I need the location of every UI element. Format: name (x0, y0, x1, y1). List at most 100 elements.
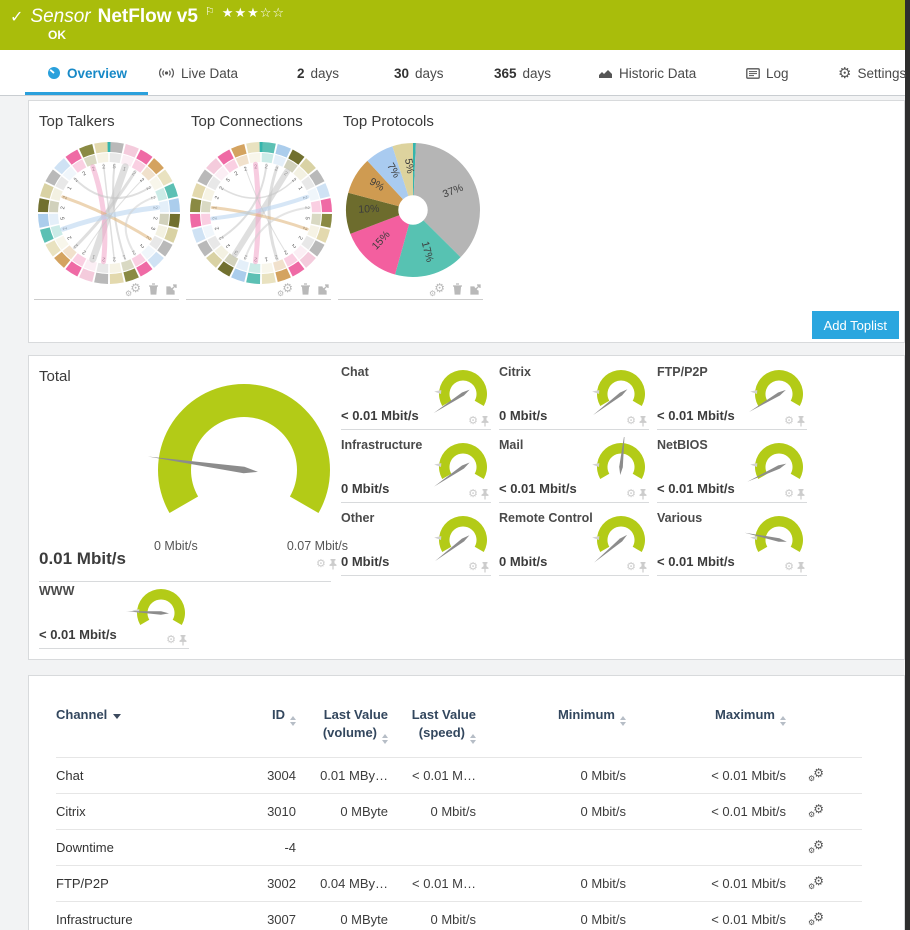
open-external-icon[interactable] (318, 283, 329, 295)
channel-gauge (433, 369, 487, 414)
total-gauge-title: Total (39, 368, 71, 385)
tab-365-days[interactable]: 365 days (494, 50, 551, 96)
open-external-icon[interactable] (166, 283, 177, 295)
gauge-card-various: Various < 0.01 Mbit/s ⚙ (657, 507, 807, 576)
channel-settings-gears-icon[interactable]: ⚙ ⚙ (808, 875, 824, 891)
toplist-top-protocols: Top Protocols 37% 17% 15% 10% 9% 7% 5% ⚙ ⚙ (338, 109, 483, 300)
gear-icon[interactable]: ⚙ (468, 489, 478, 500)
gauge-value: < 0.01 Mbit/s (657, 408, 735, 423)
sort-arrows-icon (382, 733, 388, 744)
gauge-value: < 0.01 Mbit/s (657, 554, 735, 569)
total-gauge (147, 384, 330, 513)
toplists-panel: Top Talkers 5122222232221221222252212222… (28, 100, 905, 343)
gauge-value: 0 Mbit/s (499, 408, 548, 423)
tab-2-days[interactable]: 2 days (297, 50, 339, 96)
pin-icon[interactable] (179, 635, 187, 646)
svg-text:2: 2 (214, 226, 221, 231)
priority-stars[interactable]: ★★★☆☆ (222, 5, 285, 21)
svg-text:2: 2 (290, 242, 296, 248)
svg-text:1: 1 (67, 186, 74, 192)
chord-chart-top-connections[interactable]: 2 22212252222212232222122522 2 (186, 135, 336, 291)
pin-icon[interactable] (481, 562, 489, 573)
cell-last-speed (388, 828, 476, 866)
gauge-value: 0 Mbit/s (341, 554, 390, 569)
tab-30-days-label: days (415, 65, 444, 81)
open-external-icon[interactable] (470, 283, 481, 295)
tab-log[interactable]: Log (746, 50, 789, 96)
delete-trash-icon[interactable] (452, 283, 463, 295)
channel-settings-gears-icon[interactable]: ⚙ ⚙ (808, 803, 824, 819)
cell-maximum: < 0.01 Mbit/s (626, 900, 786, 930)
channel-gauge (126, 588, 185, 625)
channel-gauge (747, 442, 803, 482)
col-header-last-value-speed[interactable]: Last Value (speed) (388, 690, 476, 757)
pin-icon[interactable] (481, 489, 489, 500)
pin-icon[interactable] (329, 559, 337, 570)
tab-30-days-number: 30 (394, 65, 410, 81)
col-header-minimum[interactable]: Minimum (476, 690, 626, 757)
gauge-value: < 0.01 Mbit/s (39, 627, 117, 642)
status-badge: OK (48, 28, 66, 42)
cell-minimum: 0 Mbit/s (476, 792, 626, 830)
channel-settings-gears-icon[interactable]: ⚙ ⚙ (808, 911, 824, 927)
col-header-last-value-volume[interactable]: Last Value (volume) (296, 690, 388, 757)
gear-icon[interactable]: ⚙ (626, 416, 636, 427)
delete-trash-icon[interactable] (300, 283, 311, 295)
col-header-id[interactable]: ID (236, 690, 296, 757)
gauge-card-netbios: NetBIOS < 0.01 Mbit/s ⚙ (657, 434, 807, 503)
pin-icon[interactable] (797, 416, 805, 427)
prtg-sensor-page: ✓ Sensor NetFlow v5 ⚐ ★★★☆☆ OK Overview (0, 0, 910, 930)
gear-icon[interactable]: ⚙ (468, 416, 478, 427)
svg-text:2: 2 (82, 171, 88, 178)
cell-channel: Downtime (56, 828, 236, 866)
tab-365-days-number: 365 (494, 65, 517, 81)
add-toplist-button[interactable]: Add Toplist (811, 311, 899, 339)
pin-icon[interactable] (481, 416, 489, 427)
cell-id: -4 (236, 828, 296, 866)
cell-maximum (626, 828, 786, 866)
delete-trash-icon[interactable] (148, 283, 159, 295)
tab-live-data[interactable]: Live Data (158, 50, 238, 96)
svg-text:3: 3 (149, 226, 156, 231)
gear-icon[interactable]: ⚙ (784, 489, 794, 500)
pin-icon[interactable] (639, 416, 647, 427)
cell-last-speed: < 0.01 M… (388, 756, 476, 794)
settings-gears-icon[interactable]: ⚙ ⚙ (125, 282, 141, 298)
gear-icon[interactable]: ⚙ (626, 489, 636, 500)
pin-icon[interactable] (639, 562, 647, 573)
flag-icon[interactable]: ⚐ (205, 5, 215, 18)
tab-settings[interactable]: ⚙ Settings (838, 50, 906, 96)
cell-minimum (476, 828, 626, 866)
gear-icon[interactable]: ⚙ (468, 562, 478, 573)
pin-icon[interactable] (797, 562, 805, 573)
settings-gears-icon[interactable]: ⚙ ⚙ (429, 282, 445, 298)
gear-icon[interactable]: ⚙ (166, 635, 176, 646)
pin-icon[interactable] (639, 489, 647, 500)
pie-chart-top-protocols[interactable]: 37%17%15%10%9%7% 5% (338, 135, 488, 291)
tab-historic-data[interactable]: Historic Data (598, 50, 696, 96)
tab-overview[interactable]: Overview (47, 50, 127, 96)
col-header-maximum[interactable]: Maximum (626, 690, 786, 757)
channel-settings-gears-icon[interactable]: ⚙ ⚙ (808, 767, 824, 783)
gear-icon[interactable]: ⚙ (784, 562, 794, 573)
gear-icon[interactable]: ⚙ (784, 416, 794, 427)
svg-text:10%: 10% (358, 203, 380, 216)
gauge-card-www: WWW < 0.01 Mbit/s ⚙ (39, 580, 189, 649)
gear-icon[interactable]: ⚙ (316, 559, 326, 570)
table-row-ftp-p2p: FTP/P2P 3002 0.04 MBy… < 0.01 M… 0 Mbit/… (56, 864, 862, 902)
pin-icon[interactable] (797, 489, 805, 500)
chord-chart-top-talkers[interactable]: 5 12222223222122122225221222 2 (34, 135, 184, 291)
cell-last-speed: 0 Mbit/s (388, 900, 476, 930)
area-chart-icon (598, 67, 613, 79)
gauge-card-infrastructure: Infrastructure 0 Mbit/s ⚙ (341, 434, 491, 503)
settings-gears-icon[interactable]: ⚙ ⚙ (277, 282, 293, 298)
gear-icon[interactable]: ⚙ (626, 562, 636, 573)
tab-30-days[interactable]: 30 days (394, 50, 444, 96)
cell-id: 3010 (236, 792, 296, 830)
active-tab-underline (25, 92, 148, 95)
svg-text:2: 2 (297, 235, 304, 241)
scrollbar[interactable] (905, 0, 910, 930)
channel-settings-gears-icon[interactable]: ⚙ ⚙ (808, 839, 824, 855)
svg-text:2: 2 (60, 206, 66, 210)
col-header-channel[interactable]: Channel (56, 690, 236, 757)
